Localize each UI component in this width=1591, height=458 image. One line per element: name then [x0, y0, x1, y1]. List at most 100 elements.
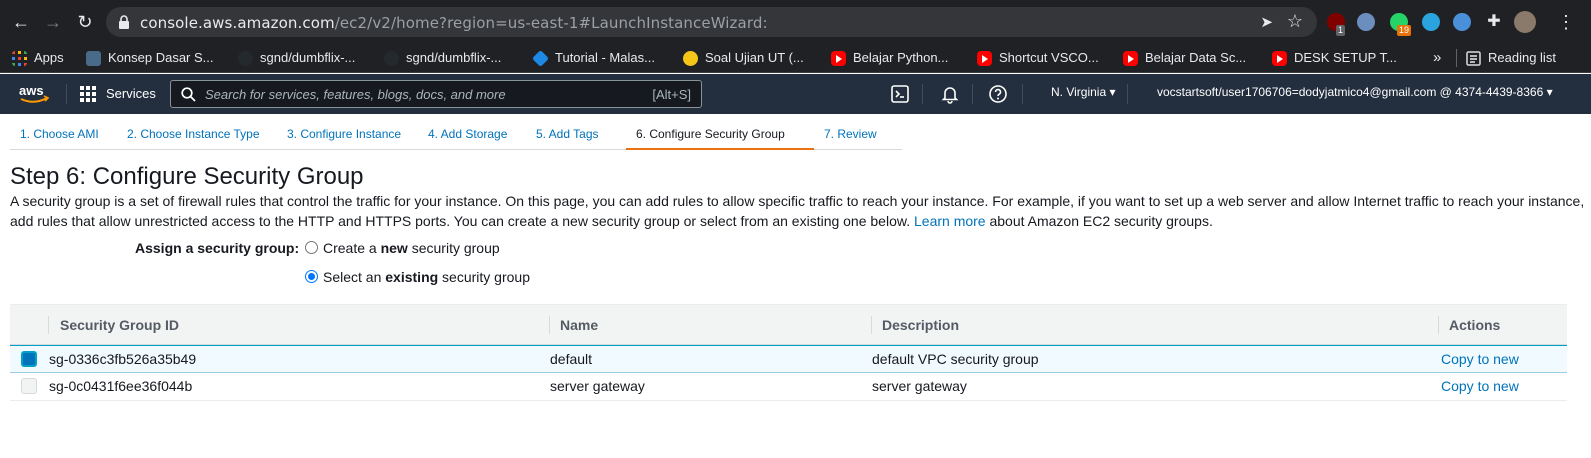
page-icon	[86, 51, 101, 66]
bookmark-item[interactable]: Soal Ujian UT (...	[683, 48, 804, 68]
tab-choose-ami[interactable]: 1. Choose AMI	[10, 120, 117, 150]
apps-grid-icon	[12, 51, 27, 66]
page-description: A security group is a set of firewall ru…	[10, 191, 1585, 231]
bookmark-item[interactable]: Tutorial - Malas...	[532, 48, 655, 68]
tab-review[interactable]: 7. Review	[814, 120, 902, 150]
column-divider	[549, 316, 550, 334]
option-text: Select an	[323, 269, 386, 285]
header-divider	[922, 84, 923, 104]
column-divider	[48, 316, 49, 334]
bookmark-label: Reading list	[1488, 50, 1556, 65]
radio-create-new[interactable]	[305, 241, 318, 254]
column-divider	[1438, 316, 1439, 334]
back-arrow-icon[interactable]: ←	[10, 11, 32, 33]
bookmark-label: Tutorial - Malas...	[555, 50, 655, 65]
services-menu-button[interactable]: Services	[80, 84, 156, 104]
option-text: security group	[438, 269, 530, 285]
youtube-icon	[977, 51, 992, 66]
block-extension-icon[interactable]	[1357, 13, 1375, 31]
youtube-icon	[831, 51, 846, 66]
table-row[interactable]: sg-0c0431f6ee36f044b server gateway serv…	[10, 373, 1567, 401]
reading-list-button[interactable]: Reading list	[1466, 48, 1556, 68]
chat-badge: 19	[1397, 25, 1412, 36]
account-menu[interactable]: vocstartsoft/user1706706=dodyjatmico4@gm…	[1157, 85, 1553, 99]
aws-logo-icon[interactable]: aws	[18, 82, 50, 106]
header-divider	[1127, 84, 1128, 104]
bookmarks-overflow-button[interactable]: »	[1433, 48, 1441, 68]
security-group-id: sg-0c0431f6ee36f044b	[49, 378, 193, 394]
bookmark-item[interactable]: Shortcut VSCO...	[977, 48, 1099, 68]
region-selector[interactable]: N. Virginia ▾	[1051, 85, 1116, 99]
page-title: Step 6: Configure Security Group	[10, 163, 364, 190]
bookmark-item[interactable]: sgnd/dumbflix-...	[384, 48, 501, 68]
face-extension-icon[interactable]	[1453, 13, 1471, 31]
cloudshell-icon[interactable]	[890, 84, 910, 104]
bookmark-item[interactable]: Belajar Data Sc...	[1123, 48, 1246, 68]
browser-toolbar: ← → ↻ console.aws.amazon.com/ec2/v2/home…	[0, 0, 1591, 43]
tab-add-tags[interactable]: 5. Add Tags	[526, 120, 626, 150]
row-checkbox[interactable]	[21, 351, 37, 367]
bookmark-label: Shortcut VSCO...	[999, 50, 1099, 65]
notifications-bell-icon[interactable]	[940, 84, 960, 104]
youtube-icon	[1272, 51, 1287, 66]
security-group-description: server gateway	[872, 378, 967, 394]
bookmark-label: Belajar Data Sc...	[1145, 50, 1247, 65]
copy-to-new-link[interactable]: Copy to new	[1441, 351, 1519, 367]
bookmark-item[interactable]: sgnd/dumbflix-...	[238, 48, 355, 68]
learn-more-link[interactable]: Learn more	[914, 213, 986, 229]
bookmark-label: DESK SETUP T...	[1294, 50, 1397, 65]
row-checkbox[interactable]	[21, 378, 37, 394]
tab-add-storage[interactable]: 4. Add Storage	[418, 120, 526, 150]
column-divider	[871, 316, 872, 334]
reading-list-icon	[1466, 51, 1481, 66]
bookmark-label: Belajar Python...	[853, 50, 949, 65]
column-header-actions: Actions	[1449, 317, 1501, 333]
forward-arrow-icon[interactable]: →	[42, 11, 64, 33]
header-divider	[1022, 84, 1023, 104]
bookmark-apps[interactable]: Apps	[12, 48, 64, 68]
bookmark-label: Apps	[34, 50, 64, 65]
table-row[interactable]: sg-0336c3fb526a35b49 default default VPC…	[10, 345, 1567, 373]
header-divider	[66, 84, 67, 104]
column-header-description[interactable]: Description	[882, 317, 959, 333]
puzzle-extensions-icon[interactable]: ✚	[1483, 11, 1505, 33]
console-search-input[interactable]: Search for services, features, blogs, do…	[170, 80, 702, 108]
create-new-security-group-option[interactable]: Create a new security group	[305, 240, 500, 256]
aws-console-header: aws Services Search for services, featur…	[0, 74, 1591, 114]
url-text: console.aws.amazon.com/ec2/v2/home?regio…	[140, 14, 768, 32]
bookmark-label: sgnd/dumbflix-...	[406, 50, 502, 65]
bookmark-item[interactable]: Belajar Python...	[831, 48, 948, 68]
address-bar[interactable]: console.aws.amazon.com/ec2/v2/home?regio…	[106, 7, 1317, 37]
search-shortcut-hint: [Alt+S]	[652, 87, 691, 102]
bookmark-star-icon[interactable]: ☆	[1287, 11, 1303, 32]
tab-choose-instance-type[interactable]: 2. Choose Instance Type	[117, 120, 277, 150]
telegram-extension-icon[interactable]	[1422, 13, 1440, 31]
option-text-bold: new	[380, 240, 408, 256]
reload-icon[interactable]: ↻	[74, 11, 96, 33]
services-label: Services	[106, 86, 156, 101]
tab-configure-instance[interactable]: 3. Configure Instance	[277, 120, 418, 150]
services-grid-icon	[80, 86, 96, 102]
security-group-name: default	[550, 351, 593, 367]
profile-avatar[interactable]	[1514, 11, 1536, 33]
menu-kebab-icon[interactable]: ⋮	[1555, 11, 1577, 33]
security-groups-table: Security Group ID Name Description Actio…	[10, 304, 1567, 401]
tab-configure-security-group[interactable]: 6. Configure Security Group	[626, 120, 814, 150]
bookmarks-divider	[1456, 49, 1457, 67]
column-header-name[interactable]: Name	[560, 317, 598, 333]
radio-select-existing[interactable]	[305, 270, 318, 283]
assign-security-group-label: Assign a security group:	[135, 240, 300, 256]
copy-to-new-link[interactable]: Copy to new	[1441, 378, 1519, 394]
youtube-icon	[1123, 51, 1138, 66]
column-header-security-group-id[interactable]: Security Group ID	[60, 317, 179, 333]
security-group-name: server gateway	[550, 378, 645, 394]
send-tab-icon[interactable]: ➤	[1260, 13, 1273, 31]
select-existing-security-group-option[interactable]: Select an existing security group	[305, 269, 530, 285]
ublock-badge: 1	[1336, 25, 1346, 36]
bookmark-item[interactable]: DESK SETUP T...	[1272, 48, 1397, 68]
bookmark-item[interactable]: Konsep Dasar S...	[86, 48, 214, 68]
lock-icon	[119, 15, 129, 29]
help-icon[interactable]	[988, 84, 1008, 104]
caret-down-icon: ▾	[1109, 85, 1116, 99]
github-icon	[384, 51, 399, 66]
